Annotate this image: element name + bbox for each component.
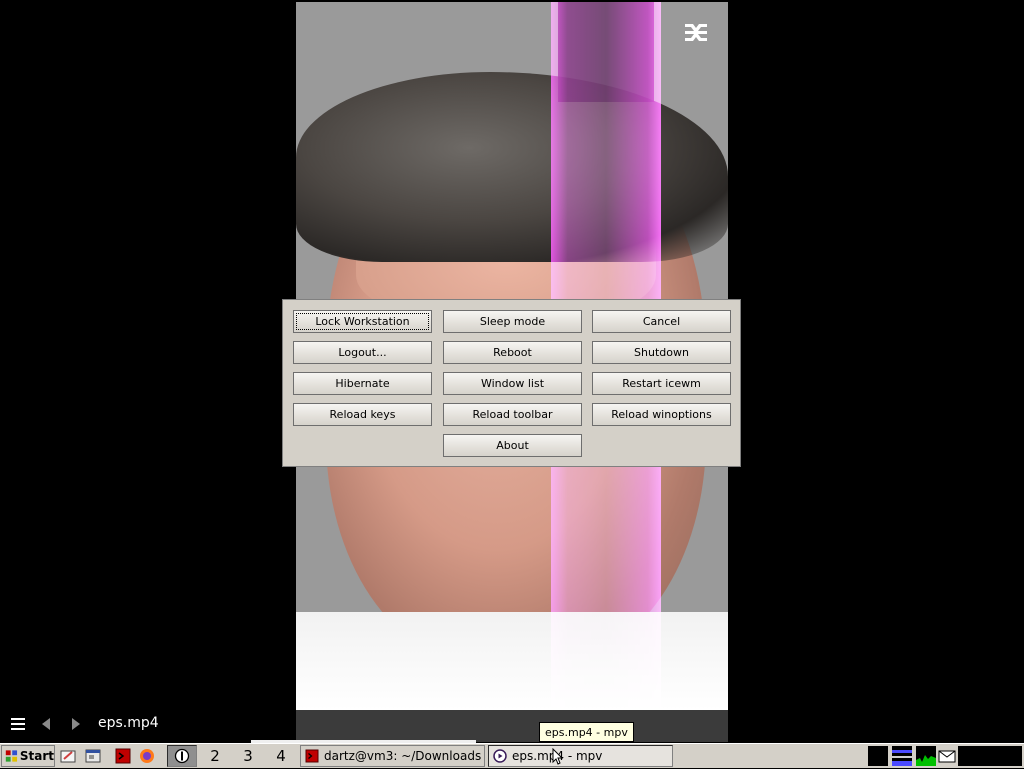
window-list-button[interactable]: Window list: [443, 372, 582, 395]
restart-icewm-button[interactable]: Restart icewm: [592, 372, 731, 395]
workspace-1-icon: [174, 748, 190, 764]
shutdown-button[interactable]: Shutdown: [592, 341, 731, 364]
workspace-4[interactable]: 4: [266, 745, 296, 767]
memory-monitor[interactable]: [868, 746, 888, 766]
taskbar: Start 2 3 4 dartz@vm3: ~/Downloads eps.m…: [0, 743, 1024, 768]
firefox-icon: [140, 749, 154, 763]
window-settings-icon: [85, 749, 101, 763]
mpv-icon: [493, 749, 507, 763]
quick-launch-files[interactable]: [57, 745, 79, 767]
workspace-2[interactable]: 2: [200, 745, 230, 767]
clock[interactable]: [958, 746, 1022, 766]
logout-dialog: Lock Workstation Sleep mode Cancel Logou…: [282, 299, 741, 467]
start-button[interactable]: Start: [1, 745, 55, 767]
workspace-1[interactable]: [167, 745, 197, 767]
cpu-graph-icon: [916, 755, 936, 766]
reload-keys-button[interactable]: Reload keys: [293, 403, 432, 426]
reboot-button[interactable]: Reboot: [443, 341, 582, 364]
about-button[interactable]: About: [443, 434, 582, 457]
hamburger-menu-icon[interactable]: [10, 716, 26, 732]
logout-button[interactable]: Logout...: [293, 341, 432, 364]
lock-workstation-button[interactable]: Lock Workstation: [293, 310, 432, 333]
file-manager-icon: [60, 750, 76, 763]
capcut-logo-icon: [685, 24, 707, 41]
mouse-cursor-icon: [552, 748, 564, 765]
video-bottom-bar: [296, 710, 728, 742]
envelope-icon: [938, 750, 956, 763]
hibernate-button[interactable]: Hibernate: [293, 372, 432, 395]
quick-launch-firefox[interactable]: [136, 745, 158, 767]
task-tooltip: eps.mp4 - mpv: [539, 722, 634, 742]
task-button-mpv[interactable]: eps.mp4 - mpv: [488, 745, 673, 767]
network-graph-icon: [892, 750, 912, 766]
cancel-button[interactable]: Cancel: [592, 310, 731, 333]
mpv-filename: eps.mp4: [98, 715, 159, 731]
terminal-icon: [115, 748, 131, 764]
network-monitor[interactable]: [892, 746, 912, 766]
reload-toolbar-button[interactable]: Reload toolbar: [443, 403, 582, 426]
cpu-monitor[interactable]: [916, 746, 936, 766]
mail-icon[interactable]: [938, 746, 956, 766]
mpv-osc: eps.mp4: [0, 710, 296, 740]
quick-launch-settings[interactable]: [82, 745, 104, 767]
start-label: Start: [19, 749, 54, 763]
previous-track-icon[interactable]: [40, 716, 52, 732]
terminal-icon: [305, 749, 319, 763]
task-button-terminal[interactable]: dartz@vm3: ~/Downloads: [300, 745, 485, 767]
quick-launch-terminal[interactable]: [112, 745, 134, 767]
workspace-3[interactable]: 3: [233, 745, 263, 767]
sleep-mode-button[interactable]: Sleep mode: [443, 310, 582, 333]
task-label: dartz@vm3: ~/Downloads: [324, 749, 482, 763]
reload-winoptions-button[interactable]: Reload winoptions: [592, 403, 731, 426]
video-shirt: [296, 612, 728, 710]
start-menu-icon: [5, 750, 18, 762]
next-track-icon[interactable]: [70, 716, 82, 732]
